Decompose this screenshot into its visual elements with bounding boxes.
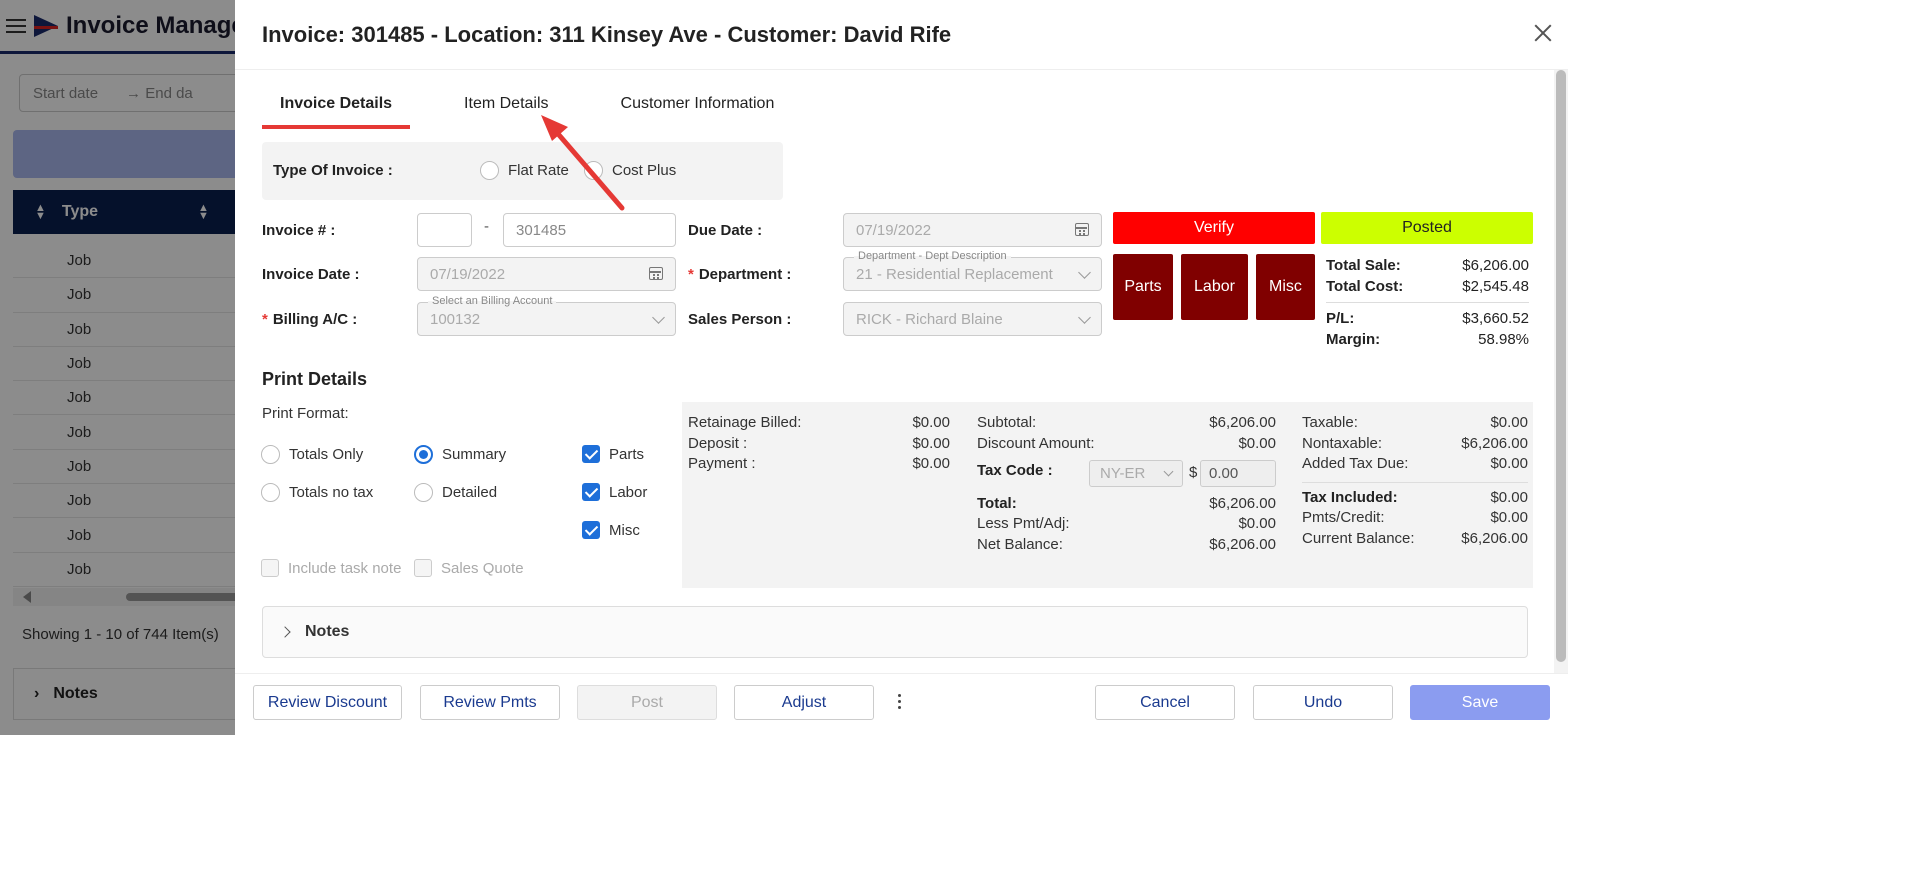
chevron-right-icon: [279, 626, 291, 638]
notes-section[interactable]: Notes: [262, 606, 1528, 658]
tab-bar: Invoice Details Item Details Customer In…: [262, 85, 792, 129]
department-select[interactable]: Department - Dept Description 21 - Resid…: [843, 250, 1102, 291]
misc-checkbox-option[interactable]: Misc: [582, 521, 640, 539]
type-of-invoice-box: Type Of Invoice : Flat Rate Cost Plus: [262, 142, 783, 200]
tax-amount-input[interactable]: 0.00: [1200, 460, 1276, 487]
more-options-icon[interactable]: [898, 694, 902, 710]
calendar-icon[interactable]: [649, 267, 663, 280]
review-discount-button[interactable]: Review Discount: [253, 685, 402, 720]
review-pmts-button[interactable]: Review Pmts: [420, 685, 560, 720]
modal-footer: Review Discount Review Pmts Post Adjust …: [235, 673, 1568, 735]
cost-plus-radio[interactable]: [584, 161, 603, 180]
flat-rate-label: Flat Rate: [508, 162, 569, 179]
summary-panel: Retainage Billed: $0.00 Deposit : $0.00 Pa…: [682, 402, 1533, 588]
invoice-dash: -: [484, 218, 489, 235]
pl-row: P/L: $3,660.52: [1326, 310, 1529, 327]
tab-customer-information[interactable]: Customer Information: [603, 85, 793, 129]
totals-only-radio[interactable]: [261, 445, 280, 464]
invoice-prefix-input[interactable]: [417, 213, 472, 247]
misc-checkbox[interactable]: [582, 521, 600, 539]
cost-plus-option[interactable]: Cost Plus: [584, 161, 676, 180]
due-date-input[interactable]: 07/19/2022: [843, 213, 1102, 247]
invoice-date-label: Invoice Date :: [262, 266, 360, 283]
sales-person-value: RICK - Richard Blaine: [856, 310, 1003, 328]
posted-badge: Posted: [1321, 212, 1533, 244]
vertical-scrollbar[interactable]: [1554, 70, 1568, 673]
due-date-value: 07/19/2022: [856, 221, 932, 239]
chevron-down-icon: [652, 311, 665, 324]
sales-person-select[interactable]: RICK - Richard Blaine: [843, 302, 1102, 336]
totals-no-tax-radio[interactable]: [261, 483, 280, 502]
invoice-date-input[interactable]: 07/19/2022: [417, 257, 676, 291]
tab-item-details[interactable]: Item Details: [446, 85, 566, 129]
billing-account-label: * Billing A/C :: [262, 311, 358, 328]
save-button[interactable]: Save: [1410, 685, 1550, 720]
labor-checkbox-option[interactable]: Labor: [582, 483, 647, 501]
billing-account-value: 100132: [430, 310, 481, 328]
post-button[interactable]: Post: [577, 685, 717, 720]
divider: [1326, 302, 1529, 303]
totals-only-option[interactable]: Totals Only: [261, 445, 363, 464]
misc-button[interactable]: Misc: [1256, 254, 1315, 320]
billing-account-float-label: Select an Billing Account: [428, 295, 557, 307]
sales-person-label: Sales Person :: [688, 311, 792, 328]
margin-row: Margin: 58.98%: [1326, 330, 1529, 348]
close-icon[interactable]: [1532, 22, 1554, 44]
tab-invoice-details[interactable]: Invoice Details: [262, 85, 411, 129]
undo-button[interactable]: Undo: [1253, 685, 1393, 720]
invoice-date-value: 07/19/2022: [430, 265, 506, 283]
required-marker: *: [262, 311, 268, 328]
cost-plus-label: Cost Plus: [612, 162, 677, 179]
parts-checkbox-option[interactable]: Parts: [582, 445, 644, 463]
include-task-note-checkbox[interactable]: [261, 559, 279, 577]
chevron-down-icon: [1163, 466, 1174, 477]
detailed-option[interactable]: Detailed: [414, 483, 497, 502]
tax-dollar-sign: $: [1189, 464, 1198, 481]
tax-column: Taxable: $0.00 Nontaxable: $6,206.00 Added…: [1302, 414, 1528, 547]
type-of-invoice-label: Type Of Invoice :: [273, 162, 393, 179]
totals-panel: Total Sale: $6,206.00 Total Cost: $2,545.4…: [1326, 256, 1529, 350]
include-task-note-option[interactable]: Include task note: [261, 559, 401, 577]
department-label: * Department :: [688, 266, 792, 283]
invoice-modal: Invoice: 301485 - Location: 311 Kinsey A…: [235, 0, 1568, 735]
sales-quote-checkbox[interactable]: [414, 559, 432, 577]
department-value: 21 - Residential Replacement: [856, 265, 1053, 283]
flat-rate-radio[interactable]: [480, 161, 499, 180]
calendar-icon[interactable]: [1075, 223, 1089, 236]
detailed-radio[interactable]: [414, 483, 433, 502]
modal-header: Invoice: 301485 - Location: 311 Kinsey A…: [235, 0, 1568, 70]
parts-button[interactable]: Parts: [1113, 254, 1173, 320]
labor-button[interactable]: Labor: [1181, 254, 1248, 320]
invoice-number-input[interactable]: 301485: [503, 213, 676, 247]
flat-rate-option[interactable]: Flat Rate: [480, 161, 569, 180]
total-sale-row: Total Sale: $6,206.00: [1326, 257, 1529, 274]
summary-radio[interactable]: [414, 445, 433, 464]
summary-option[interactable]: Summary: [414, 445, 506, 464]
due-date-label: Due Date :: [688, 222, 763, 239]
chevron-down-icon: [1078, 311, 1091, 324]
required-marker: *: [688, 266, 694, 283]
tax-code-select[interactable]: NY-ER: [1089, 460, 1183, 487]
notes-label: Notes: [305, 623, 350, 640]
cancel-button[interactable]: Cancel: [1095, 685, 1235, 720]
verify-button[interactable]: Verify: [1113, 212, 1315, 244]
modal-title: Invoice: 301485 - Location: 311 Kinsey A…: [262, 22, 952, 47]
payments-column: Retainage Billed: $0.00 Deposit : $0.00 Pa…: [688, 414, 950, 472]
totals-no-tax-option[interactable]: Totals no tax: [261, 483, 373, 502]
sales-quote-option[interactable]: Sales Quote: [414, 559, 524, 577]
department-float-label: Department - Dept Description: [854, 250, 1011, 262]
print-format-label: Print Format:: [262, 405, 349, 422]
labor-checkbox[interactable]: [582, 483, 600, 501]
scrollbar-thumb[interactable]: [1556, 70, 1566, 662]
parts-checkbox[interactable]: [582, 445, 600, 463]
billing-account-select[interactable]: Select an Billing Account 100132: [417, 295, 676, 336]
print-details-title: Print Details: [262, 369, 368, 389]
invoice-number-label: Invoice # :: [262, 222, 336, 239]
tax-code-label: Tax Code :: [977, 462, 1053, 479]
adjust-button[interactable]: Adjust: [734, 685, 874, 720]
total-cost-row: Total Cost: $2,545.48: [1326, 277, 1529, 295]
chevron-down-icon: [1078, 266, 1091, 279]
